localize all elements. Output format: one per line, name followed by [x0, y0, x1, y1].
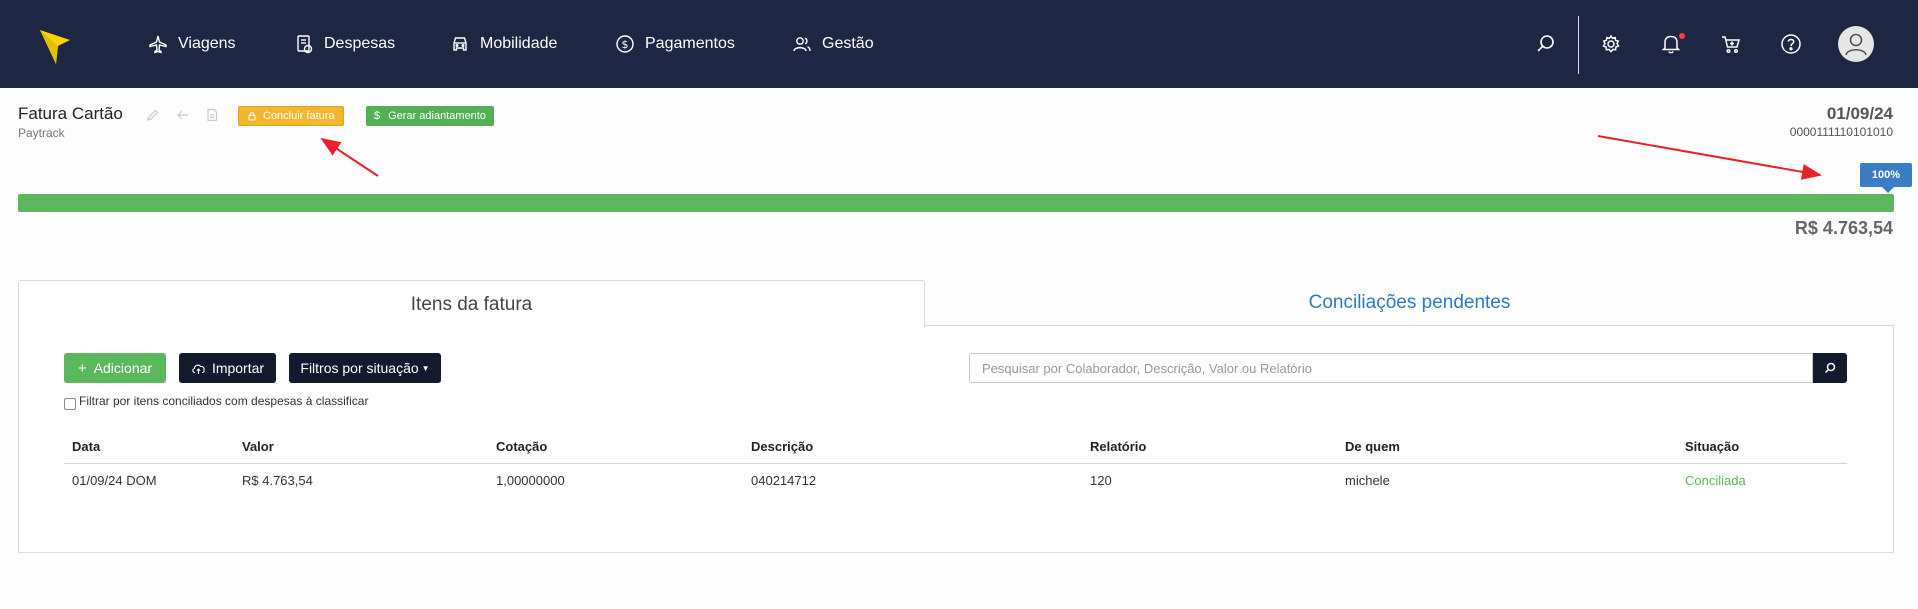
invoice-total: R$ 4.763,54 [1794, 218, 1893, 238]
add-button[interactable]: + Adicionar [64, 353, 166, 383]
reconciled-filter-label: Filtrar por itens conciliados com despes… [79, 394, 369, 408]
column-header-situacao: Situação [1685, 439, 1740, 454]
search-icon [1824, 362, 1836, 374]
tab-pending-reconciliations[interactable]: Conciliações pendentes [925, 280, 1894, 326]
cell-de-quem: michele [1345, 473, 1390, 488]
column-header-de-quem: De quem [1345, 439, 1400, 454]
table-header-divider [64, 463, 1847, 464]
cell-cotacao: 1,00000000 [496, 473, 565, 488]
search-input[interactable]: Pesquisar por Colaborador, Descrição, Va… [969, 353, 1813, 383]
column-header-data: Data [72, 439, 101, 454]
import-button-label: Importar [211, 360, 265, 376]
reconciled-filter-checkbox[interactable] [64, 398, 76, 410]
import-button[interactable]: Importar [179, 353, 276, 383]
caret-down-icon: ▼ [421, 363, 430, 373]
cloud-upload-icon [192, 364, 205, 374]
arrow-to-progress-badge [1597, 135, 1822, 180]
column-header-relatorio: Relatório [1090, 439, 1147, 454]
tab-invoice-items[interactable]: Itens da fatura [18, 280, 925, 328]
progress-bar [18, 194, 1894, 212]
status-filter-label: Filtros por situação [300, 360, 419, 376]
progress-badge: 100% [1860, 163, 1912, 193]
cell-situacao: Conciliada [1685, 473, 1746, 488]
arrow-to-conclude-button [320, 137, 379, 177]
column-header-valor: Valor [242, 439, 274, 454]
column-header-cotacao: Cotação [496, 439, 548, 454]
cell-relatorio: 120 [1090, 473, 1112, 488]
progress-fill [18, 194, 1894, 212]
status-filter-dropdown[interactable]: Filtros por situação ▼ [289, 353, 441, 383]
cell-valor: R$ 4.763,54 [242, 473, 313, 488]
plus-icon: + [77, 359, 87, 377]
column-header-descricao: Descrição [751, 439, 814, 454]
search-button[interactable] [1813, 353, 1847, 383]
add-button-label: Adicionar [93, 360, 153, 376]
cell-descricao: 040214712 [751, 473, 817, 488]
cell-data: 01/09/24 DOM [72, 473, 157, 488]
